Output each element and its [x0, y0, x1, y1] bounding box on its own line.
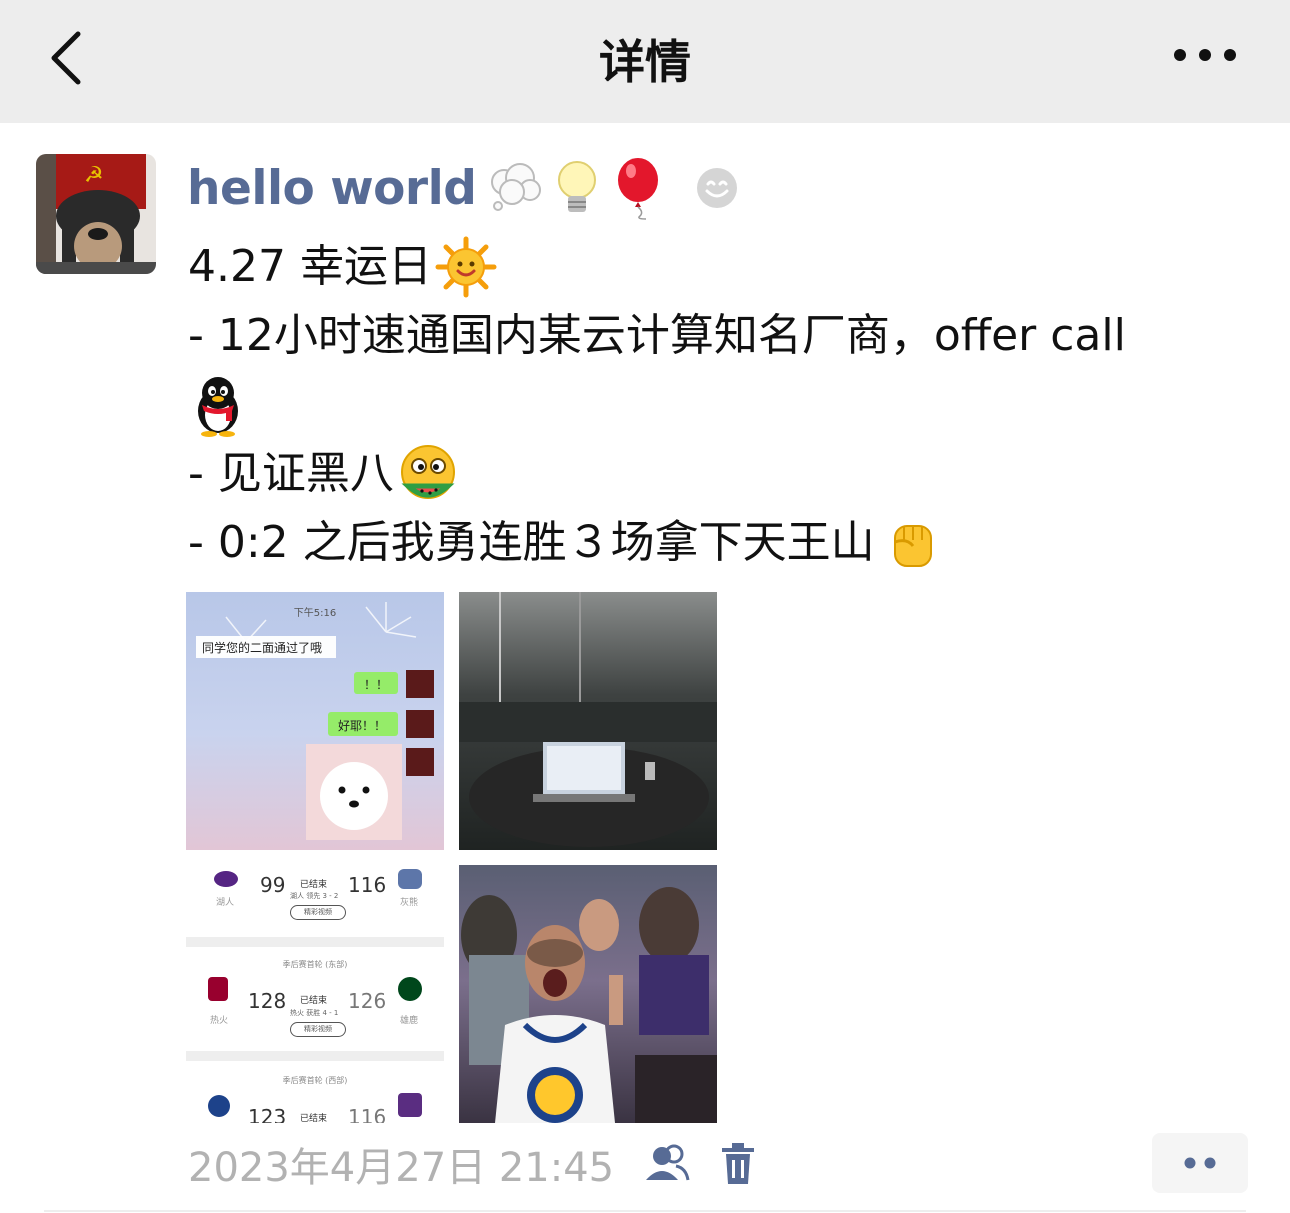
avatar[interactable]: ☭: [36, 154, 156, 274]
photo-player-celebration[interactable]: [459, 865, 717, 1123]
light-bulb-icon: [558, 161, 597, 212]
sun-face-icon: [435, 236, 497, 297]
post-line: - 见证黑八: [188, 439, 1268, 508]
watermelon-face-icon: [400, 444, 455, 499]
post-line: 4.27 幸运日: [188, 232, 1268, 301]
score: 123: [248, 1105, 287, 1123]
team-name: 湖人: [216, 898, 235, 908]
post-content: 4.27 幸运日 - 12小时速通国内某云计算知名厂商，offer call -…: [188, 232, 1268, 577]
post-text: - 12小时速通国内某云计算知名厂商，offer call: [188, 310, 1126, 361]
series-note: 热火 获胜 4 - 1: [290, 1009, 339, 1017]
thought-balloon-icon: [491, 163, 542, 211]
photo-score-list[interactable]: 湖人 99 已结束 湖人 领先 3 - 2 精彩视频 116 灰熊 季后赛首轮 …: [186, 865, 444, 1123]
series-note: 湖人 领先 3 - 2: [290, 892, 339, 900]
highlight-button[interactable]: 精彩视频: [290, 905, 346, 920]
score: 116: [348, 1105, 387, 1123]
photo-grid: 下午5:16 同学您的二面通过了哦 ！！ 好耶！！ 湖人 99 已结束 湖人 领…: [186, 592, 718, 1124]
raised-fist-icon: [893, 524, 932, 567]
author-name[interactable]: hello world: [187, 161, 477, 216]
team-logo-bucks: [398, 977, 422, 1001]
chat-bubble-outgoing: 好耶！！: [338, 719, 387, 733]
chat-bubble-outgoing: ！！: [364, 678, 389, 692]
chat-bubble-incoming: 同学您的二面通过了哦: [202, 641, 323, 655]
nav-bar: 详情: [0, 0, 1290, 123]
post-timestamp: 2023年4月27日 21:45: [188, 1145, 615, 1191]
ellipsis-icon[interactable]: [1170, 40, 1240, 70]
divider: [44, 1210, 1246, 1212]
round-title: 季后赛首轮 (西部): [282, 1076, 348, 1085]
post-line: - 12小时速通国内某云计算知名厂商，offer call: [188, 301, 1268, 370]
chat-time: 下午5:16: [293, 608, 337, 619]
score: 126: [348, 989, 387, 1013]
smiley-icon[interactable]: [688, 159, 746, 217]
photo-meeting-room[interactable]: [459, 592, 717, 850]
post-line: [188, 370, 1268, 439]
visibility-group-icon[interactable]: [642, 1142, 690, 1186]
team-name: 雄鹿: [400, 1016, 419, 1026]
team-logo-lakers: [214, 871, 238, 887]
highlight-button[interactable]: 精彩视频: [290, 1022, 346, 1037]
balloon-icon: [618, 158, 659, 220]
trash-icon[interactable]: [718, 1142, 758, 1186]
post-text: 4.27 幸运日: [188, 241, 432, 292]
author-row: hello world: [187, 156, 746, 220]
comment-menu-button[interactable]: [1152, 1133, 1248, 1193]
post-footer: 2023年4月27日 21:45: [188, 1136, 758, 1192]
post-text: - 见证黑八: [188, 448, 394, 499]
game-status: 已结束: [300, 880, 328, 890]
game-status: 已结束: [300, 1114, 328, 1123]
team-logo-grizzlies: [398, 869, 422, 889]
post-line: - 0:2 之后我勇连胜３场拿下天王山: [188, 508, 1268, 577]
page-title: 详情: [599, 35, 691, 89]
dots-icon: [1184, 1157, 1216, 1169]
team-logo-heat: [208, 977, 228, 1001]
team-logo-kings: [398, 1093, 422, 1117]
team-name: 灰熊: [400, 898, 419, 908]
team-name: 热火: [210, 1016, 229, 1026]
photo-chat-screenshot[interactable]: 下午5:16 同学您的二面通过了哦 ！！ 好耶！！: [186, 592, 444, 850]
qq-penguin-icon: [198, 376, 238, 437]
post-text: - 0:2 之后我勇连胜３场拿下天王山: [188, 517, 875, 568]
round-title: 季后赛首轮 (东部): [282, 960, 348, 969]
score: 99: [260, 873, 286, 897]
score: 128: [248, 989, 287, 1013]
score: 116: [348, 873, 387, 897]
game-status: 已结束: [300, 996, 328, 1006]
team-logo-warriors: [208, 1095, 230, 1117]
svg-text:☭: ☭: [84, 163, 104, 188]
